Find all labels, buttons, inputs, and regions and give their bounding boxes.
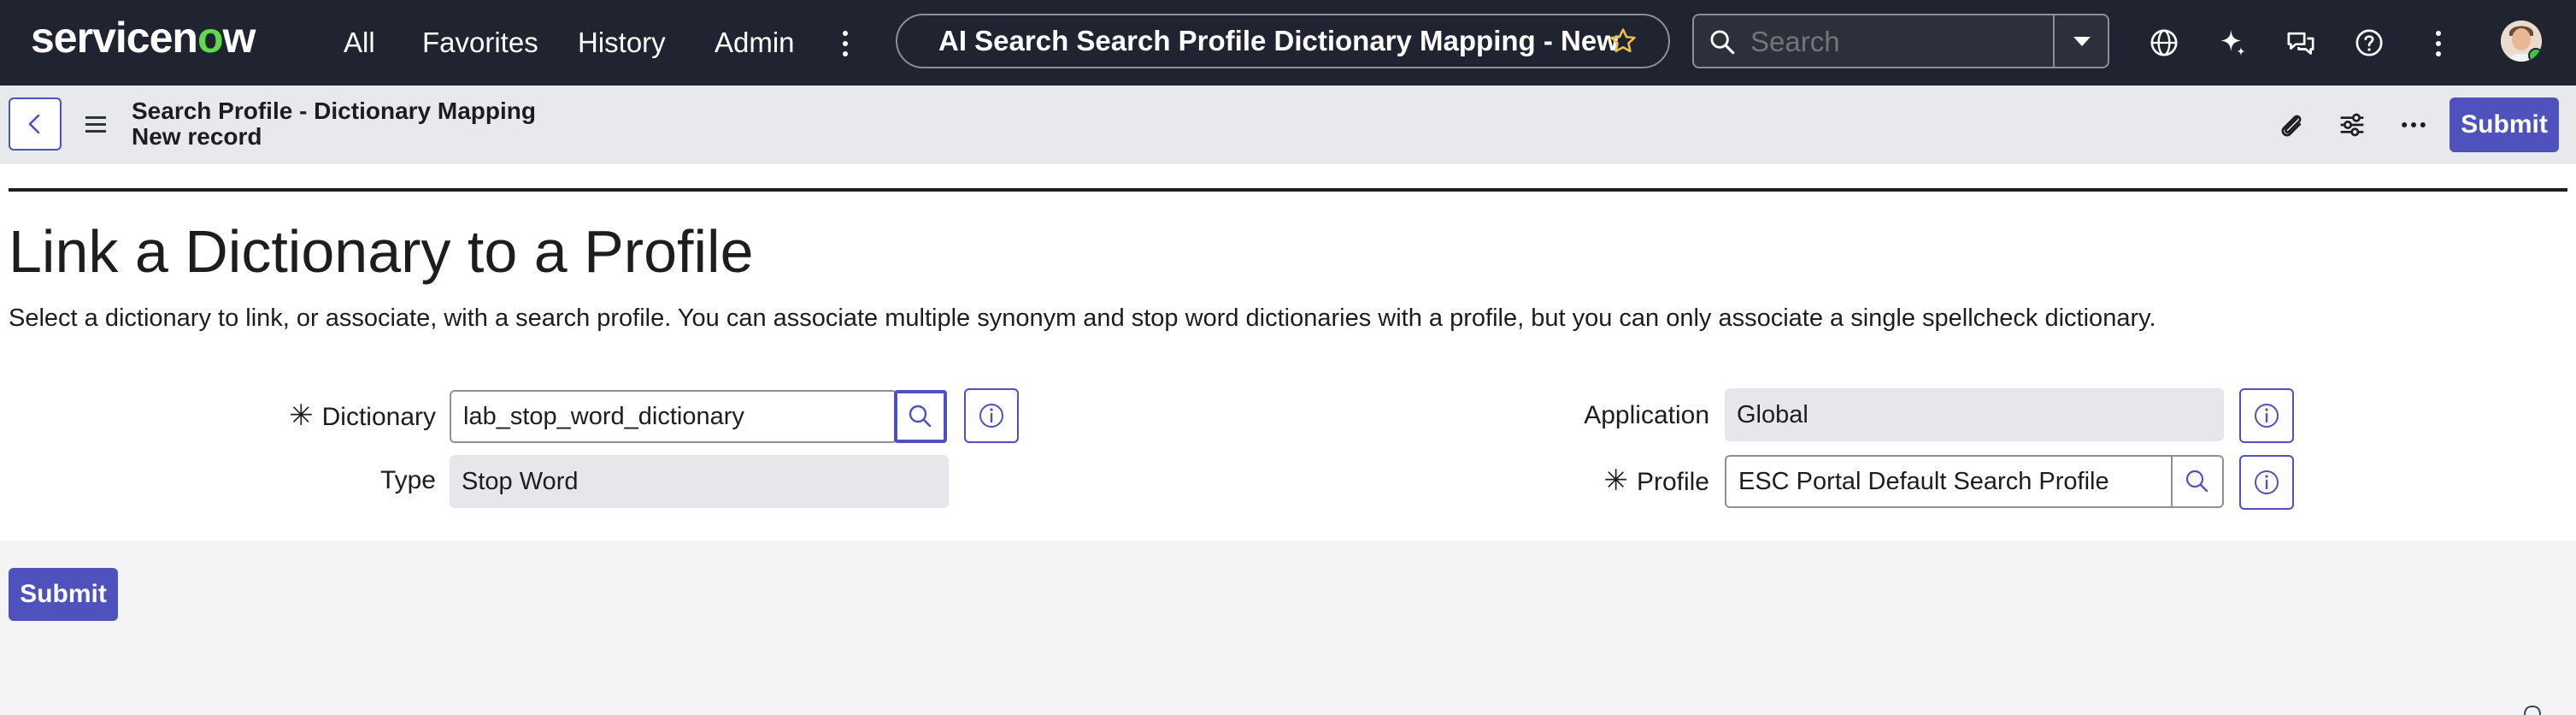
search-input[interactable]	[1749, 15, 2034, 68]
nav-link-admin[interactable]: Admin	[715, 21, 795, 65]
nav-link-history[interactable]: History	[578, 21, 666, 65]
nav-more-icon[interactable]	[843, 31, 850, 62]
help-icon[interactable]	[2352, 26, 2386, 60]
profile-lookup-button[interactable]	[2171, 455, 2224, 508]
sparkle-icon[interactable]	[2215, 26, 2250, 60]
star-icon[interactable]	[1609, 27, 1638, 56]
submit-button-form[interactable]: Submit	[9, 568, 118, 621]
menu-icon[interactable]	[85, 116, 106, 133]
dictionary-lookup-button[interactable]	[894, 390, 947, 443]
chat-icon[interactable]	[2284, 26, 2318, 60]
search-icon	[1710, 30, 1735, 55]
global-search[interactable]	[1692, 14, 2109, 68]
settings-sliders-icon[interactable]	[2335, 108, 2369, 142]
record-title-text: AI Search Search Profile Dictionary Mapp…	[938, 25, 1622, 56]
avatar[interactable]	[2501, 21, 2542, 62]
form-heading: Link a Dictionary to a Profile	[9, 218, 754, 285]
top-navigation-bar: servicenow All Favorites History Admin A…	[0, 0, 2576, 86]
record-header-subtitle: New record	[132, 123, 262, 150]
required-indicator: ✳	[1603, 464, 1628, 497]
search-icon	[909, 405, 932, 428]
attachment-icon[interactable]	[2273, 108, 2308, 142]
more-horizontal-icon[interactable]	[2397, 108, 2431, 142]
nav-link-all[interactable]: All	[344, 21, 375, 65]
dictionary-label-text: Dictionary	[321, 403, 436, 431]
chevron-down-icon[interactable]	[2056, 15, 2108, 67]
application-label: Application	[1584, 401, 1709, 429]
profile-field[interactable]: ESC Portal Default Search Profile	[1725, 455, 2173, 508]
search-divider	[2053, 15, 2055, 67]
globe-icon[interactable]	[2147, 26, 2181, 60]
type-label: Type	[379, 466, 436, 494]
back-button[interactable]	[9, 98, 62, 151]
record-header: Search Profile - Dictionary Mapping New …	[0, 86, 2576, 164]
required-indicator: ✳	[289, 399, 314, 432]
profile-label-text: Profile	[1636, 468, 1709, 496]
application-info-button[interactable]	[2239, 388, 2294, 443]
info-icon	[2255, 470, 2279, 494]
profile-label: ✳ Profile	[1521, 464, 1709, 499]
search-icon	[2185, 470, 2208, 493]
servicenow-logo[interactable]: servicenow	[31, 12, 256, 63]
info-icon	[2255, 404, 2279, 428]
back-arrow-icon	[28, 114, 40, 134]
more-vertical-icon[interactable]	[2436, 31, 2443, 62]
info-icon	[979, 404, 1003, 428]
online-status-dot	[2528, 48, 2542, 62]
section-divider	[9, 188, 2567, 192]
application-field: Global	[1725, 388, 2224, 441]
nav-link-favorites[interactable]: Favorites	[422, 21, 538, 65]
logo-text-tail: w	[222, 14, 256, 62]
form-sheet: Link a Dictionary to a Profile Select a …	[0, 164, 2576, 541]
logo-text-main: servicen	[31, 14, 198, 62]
submit-button-header[interactable]: Submit	[2450, 98, 2559, 152]
form-description: Select a dictionary to link, or associat…	[9, 304, 2156, 332]
record-title-pill[interactable]: AI Search Search Profile Dictionary Mapp…	[896, 14, 1670, 68]
dictionary-label: ✳ Dictionary	[282, 399, 436, 434]
dictionary-field[interactable]: lab_stop_word_dictionary	[450, 390, 897, 443]
profile-info-button[interactable]	[2239, 455, 2294, 510]
dictionary-info-button[interactable]	[964, 388, 1019, 443]
type-field: Stop Word	[450, 455, 949, 508]
record-header-title: Search Profile - Dictionary Mapping	[132, 98, 536, 124]
resize-handle-icon[interactable]	[2521, 703, 2544, 715]
logo-text-accent: o	[197, 14, 224, 62]
